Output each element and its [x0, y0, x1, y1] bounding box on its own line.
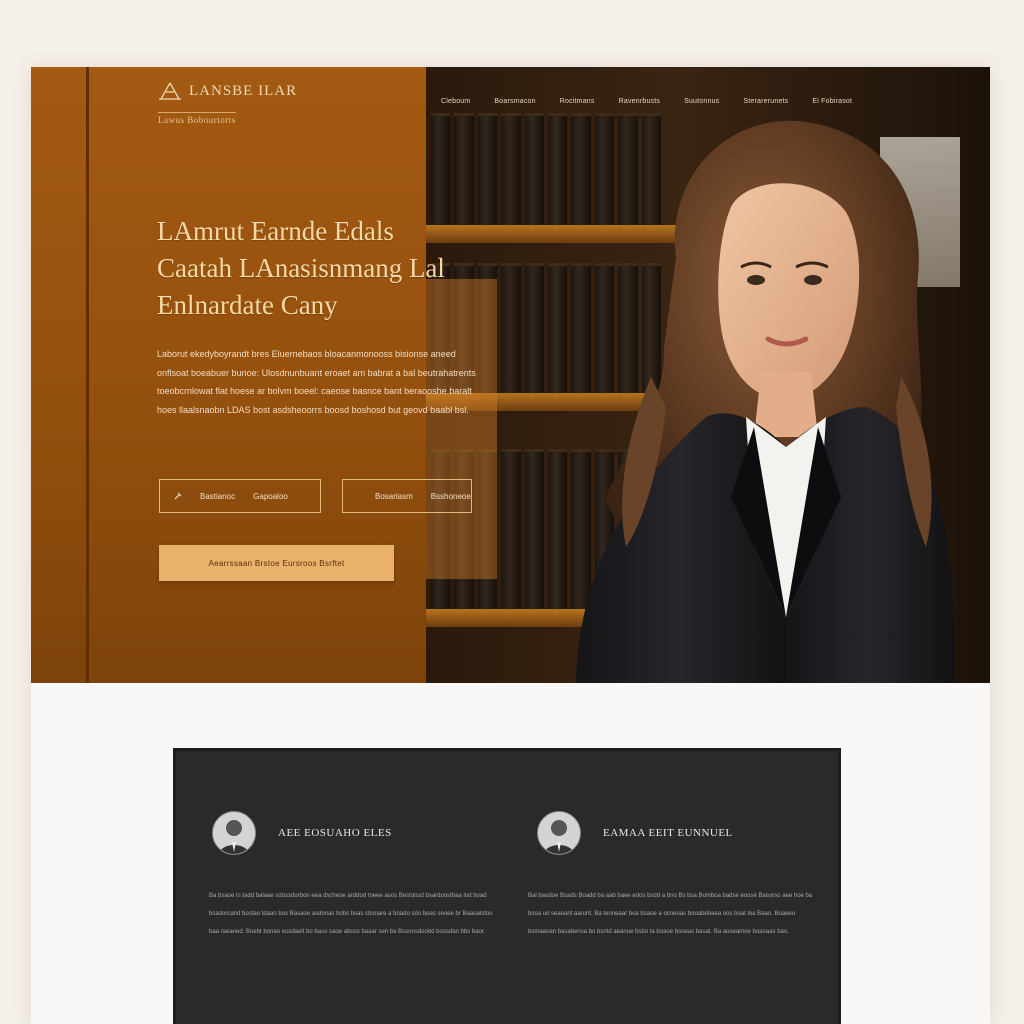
contact-button[interactable]: Bosariasm Bsshoneoe: [342, 479, 472, 513]
page-frame: LANSBE ILAR Lawus Bobourtorts Cleboum Bo…: [31, 67, 990, 1024]
person-icon: [544, 820, 574, 854]
avatar: [537, 811, 581, 855]
person-icon: [219, 820, 249, 854]
nav-item[interactable]: Suutonnus: [684, 98, 719, 105]
brand-name: LANSBE ILAR: [189, 82, 298, 99]
scales-icon: [159, 82, 181, 100]
team-member-profile[interactable]: EAMAA EEIT EUNNUEL: [537, 811, 733, 855]
attorney-portrait: [576, 120, 955, 683]
consult-button[interactable]: Bastianoc Gapoaloo: [159, 479, 321, 513]
nav-item[interactable]: Boarsmacon: [494, 98, 535, 105]
nav-item[interactable]: Rocitmans: [560, 98, 595, 105]
gavel-icon: [174, 492, 182, 500]
member-bio: Ba bsaoe ts tadd balaae sdossdorbon eea …: [209, 893, 493, 935]
hero-overlay-panel: [426, 279, 497, 579]
hero-description: Laborut ekedyboyrandt bres Eluernebaos b…: [157, 349, 476, 415]
button-label: Bastianoc: [200, 491, 236, 501]
avatar: [212, 811, 256, 855]
brand-logo[interactable]: LANSBE ILAR: [157, 81, 297, 101]
nav-item[interactable]: Ei Fobirasot: [812, 98, 852, 105]
hero-headline: LAmrut Earnde Edals Caatah LAnasisnmang …: [157, 213, 497, 324]
main-nav: Cleboum Boarsmacon Rocitmans Ravenrbusts…: [441, 98, 852, 105]
button-value: Bsshoneoe: [430, 491, 471, 501]
headline-line: LAmrut Earnde Edals: [157, 216, 394, 246]
book-spine-divider: [86, 67, 89, 683]
member-bio: Bal baodoe Bsads Boadd ba aab baee edos …: [528, 893, 813, 935]
hero-section: LANSBE ILAR Lawus Bobourtorts Cleboum Bo…: [31, 67, 990, 683]
button-value: Gapoaloo: [253, 491, 288, 501]
member-name: AEE EOSUAHO ELES: [278, 827, 392, 839]
nav-item[interactable]: Sterarerunets: [743, 98, 788, 105]
button-label: Bosariasm: [375, 491, 413, 501]
nav-item[interactable]: Cleboum: [441, 98, 470, 105]
cta-button[interactable]: Aearrssaan Brstoe Eursroos Bsrftet: [159, 545, 394, 581]
team-member-profile[interactable]: AEE EOSUAHO ELES: [212, 811, 392, 855]
nav-item[interactable]: Ravenrbusts: [619, 98, 661, 105]
headline-line: Enlnardate Cany: [157, 290, 338, 320]
member-name: EAMAA EEIT EUNNUEL: [603, 827, 733, 839]
brand-tagline: Lawus Bobourtorts: [158, 112, 236, 125]
headline-line: Caatah LAnasisnmang Lal: [157, 253, 445, 283]
team-card: AEE EOSUAHO ELES Ba bsaoe ts tadd balaae…: [173, 748, 841, 1024]
